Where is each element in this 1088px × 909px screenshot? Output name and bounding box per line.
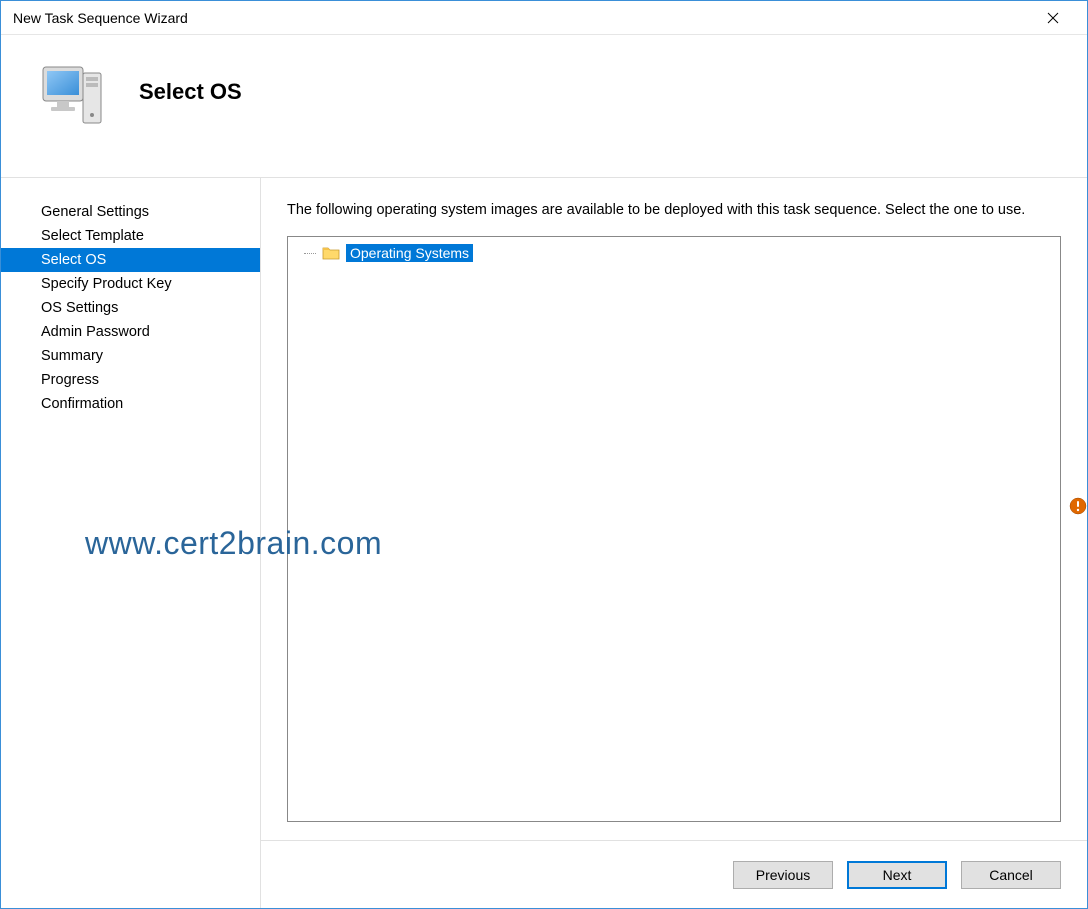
- sidebar-item-progress[interactable]: Progress: [1, 368, 260, 392]
- wizard-window: New Task Sequence Wizard: [0, 0, 1088, 909]
- previous-button[interactable]: Previous: [733, 861, 833, 889]
- sidebar-item-summary[interactable]: Summary: [1, 344, 260, 368]
- sidebar-item-general-settings[interactable]: General Settings: [1, 200, 260, 224]
- cancel-button[interactable]: Cancel: [961, 861, 1061, 889]
- os-tree-view[interactable]: Operating Systems: [287, 236, 1061, 822]
- sidebar-item-admin-password[interactable]: Admin Password: [1, 320, 260, 344]
- close-button[interactable]: [1031, 1, 1075, 34]
- sidebar-item-confirmation[interactable]: Confirmation: [1, 392, 260, 416]
- page-title: Select OS: [139, 59, 242, 105]
- tree-node-root[interactable]: Operating Systems: [298, 243, 1050, 263]
- sidebar-item-select-os[interactable]: Select OS: [1, 248, 260, 272]
- header-panel: Select OS: [1, 35, 1087, 177]
- body-row: General Settings Select Template Select …: [1, 177, 1087, 908]
- window-title: New Task Sequence Wizard: [13, 10, 1031, 26]
- tree-root-label: Operating Systems: [346, 244, 473, 262]
- button-bar: Previous Next Cancel: [261, 840, 1087, 908]
- sidebar-item-os-settings[interactable]: OS Settings: [1, 296, 260, 320]
- error-badge-icon: [1069, 497, 1087, 515]
- folder-icon: [322, 245, 340, 261]
- close-icon: [1047, 12, 1059, 24]
- computer-icon: [37, 59, 107, 136]
- titlebar: New Task Sequence Wizard: [1, 1, 1087, 35]
- wizard-sidebar: General Settings Select Template Select …: [1, 178, 261, 908]
- instruction-text: The following operating system images ar…: [287, 200, 1061, 220]
- sidebar-item-select-template[interactable]: Select Template: [1, 224, 260, 248]
- sidebar-item-specify-product-key[interactable]: Specify Product Key: [1, 272, 260, 296]
- next-button[interactable]: Next: [847, 861, 947, 889]
- main-pane: The following operating system images ar…: [261, 178, 1087, 908]
- main-content: The following operating system images ar…: [261, 178, 1087, 840]
- tree-connector-icon: [298, 243, 320, 263]
